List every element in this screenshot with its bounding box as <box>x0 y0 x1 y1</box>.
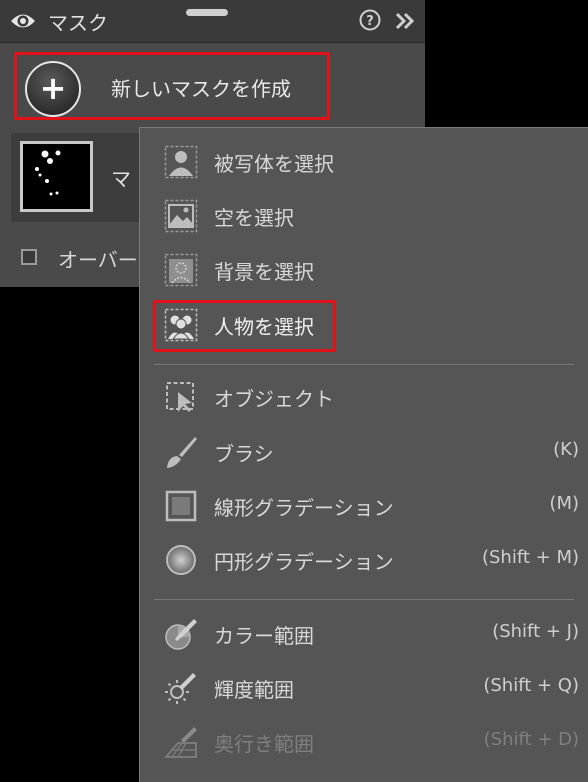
overlay-label: オーバー <box>58 248 138 272</box>
menu-item-select-subject[interactable]: 被写体を選択 <box>140 137 588 187</box>
menu-item-object[interactable]: オブジェクト <box>140 372 588 422</box>
menu-item-label: オブジェクト <box>214 387 334 411</box>
shortcut-label: (M) <box>549 493 579 514</box>
menu-item-label: 人物を選択 <box>214 315 314 339</box>
menu-item-label: 奥行き範囲 <box>214 732 314 756</box>
people-icon <box>164 308 198 342</box>
shortcut-label: (K) <box>553 439 579 460</box>
subject-icon <box>164 145 198 179</box>
shortcut-label: (Shift + J) <box>492 621 579 642</box>
menu-item-radial-gradient[interactable]: 円形グラデーション (Shift + M) <box>140 535 588 585</box>
menu-item-linear-gradient[interactable]: 線形グラデーション (M) <box>140 481 588 531</box>
menu-item-label: 線形グラデーション <box>214 496 394 520</box>
double-chevron-right-icon[interactable] <box>394 6 416 38</box>
menu-item-label: ブラシ <box>214 442 274 466</box>
create-new-mask-button[interactable]: + 新しいマスクを作成 <box>14 52 330 120</box>
panel-title: マスク <box>48 11 108 35</box>
drag-handle[interactable] <box>186 9 228 16</box>
overlay-checkbox[interactable] <box>21 249 37 265</box>
mask-thumbnail <box>20 141 93 212</box>
depth-range-eyedropper-icon <box>163 725 198 759</box>
help-circle-icon[interactable]: ? <box>359 9 381 35</box>
background-icon <box>164 253 198 287</box>
menu-separator <box>154 599 574 600</box>
panel-header: マスク ? <box>0 0 425 43</box>
menu-item-label: カラー範囲 <box>214 624 314 648</box>
menu-item-label: 被写体を選択 <box>214 152 334 176</box>
object-select-icon <box>164 380 198 414</box>
menu-item-label: 輝度範囲 <box>214 678 294 702</box>
menu-item-select-people[interactable]: 人物を選択 <box>140 300 588 350</box>
menu-item-select-background[interactable]: 背景を選択 <box>140 245 588 295</box>
shortcut-label: (Shift + Q) <box>483 675 579 696</box>
eye-icon[interactable] <box>10 10 36 36</box>
menu-item-label: 円形グラデーション <box>214 550 394 574</box>
menu-item-depth-range[interactable]: 奥行き範囲 (Shift + D) <box>140 717 588 767</box>
new-mask-menu: 被写体を選択 空を選択 背景を選択 人物を選択 オブジェクト ブラシ (K) 線… <box>139 127 588 782</box>
menu-item-color-range[interactable]: カラー範囲 (Shift + J) <box>140 609 588 659</box>
svg-text:?: ? <box>366 14 374 29</box>
menu-item-brush[interactable]: ブラシ (K) <box>140 427 588 477</box>
brush-icon <box>164 435 198 469</box>
menu-item-select-sky[interactable]: 空を選択 <box>140 191 588 241</box>
mask-name: マ <box>111 167 131 191</box>
linear-gradient-icon <box>164 489 198 523</box>
luminance-range-eyedropper-icon <box>164 671 198 705</box>
create-new-mask-label: 新しいマスクを作成 <box>111 77 291 101</box>
color-range-eyedropper-icon <box>164 617 198 651</box>
shortcut-label: (Shift + M) <box>481 547 579 568</box>
menu-item-label: 背景を選択 <box>214 260 314 284</box>
plus-icon[interactable]: + <box>25 61 81 117</box>
menu-item-luminance-range[interactable]: 輝度範囲 (Shift + Q) <box>140 663 588 713</box>
menu-separator <box>154 364 574 365</box>
shortcut-label: (Shift + D) <box>483 729 579 750</box>
radial-gradient-icon <box>164 543 198 577</box>
menu-item-label: 空を選択 <box>214 206 294 230</box>
sky-icon <box>164 199 198 233</box>
